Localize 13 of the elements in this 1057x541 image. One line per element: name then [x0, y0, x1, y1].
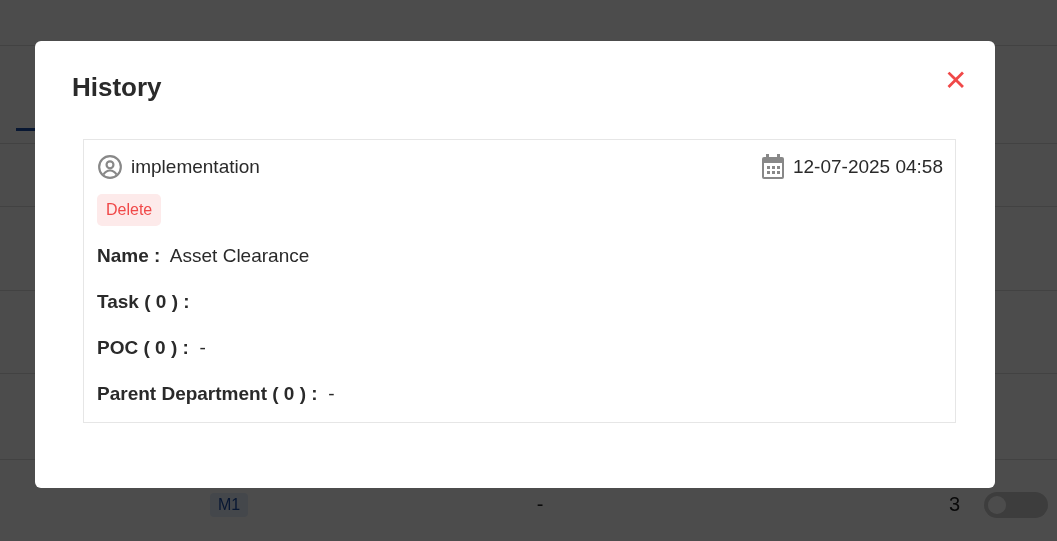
table-cell: 3: [948, 493, 960, 516]
calendar-icon: [761, 154, 785, 180]
action-tag: Delete: [97, 194, 162, 226]
detail-line: Task ( 0 ) :: [97, 290, 191, 314]
user-icon: [97, 154, 123, 180]
detail-line: Parent Department ( 0 ) : -: [97, 382, 336, 406]
close-button[interactable]: ✕: [944, 67, 967, 95]
dialog-title: History: [72, 71, 162, 104]
table-cell: -: [536, 493, 544, 516]
detail-line: POC ( 0 ) : -: [97, 336, 207, 360]
detail-line: Name : Asset Clearance: [97, 244, 311, 268]
user-name: implementation: [131, 156, 260, 178]
timestamp: 12-07-2025 04:58: [793, 156, 943, 178]
